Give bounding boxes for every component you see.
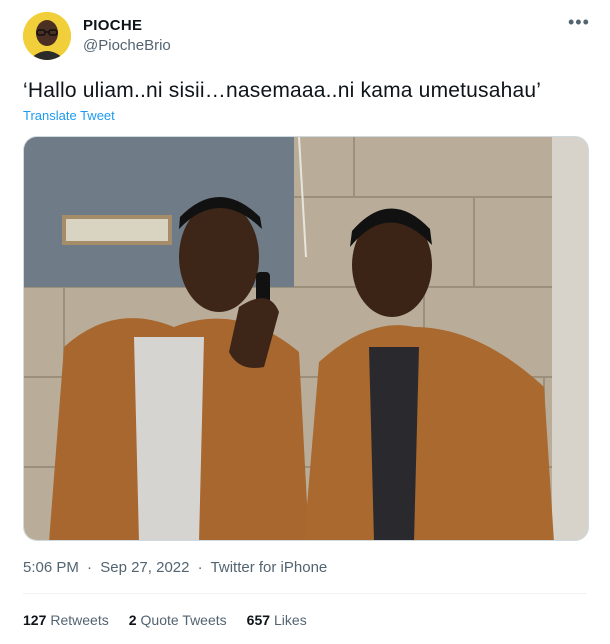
- meta-separator: ·: [197, 559, 203, 576]
- retweets-label: Retweets: [50, 612, 109, 628]
- translate-tweet-link[interactable]: Translate Tweet: [23, 108, 115, 123]
- author-handle[interactable]: @PiocheBrio: [83, 37, 171, 54]
- likes-label: Likes: [274, 612, 307, 628]
- retweets-count: 127: [23, 612, 47, 628]
- tweet-text: ‘Hallo uliam..ni sisii…nasemaaa..ni kama…: [23, 79, 542, 102]
- tweet-stats: 127 Retweets 2 Quote Tweets 657 Likes: [23, 612, 307, 628]
- quotes-label: Quote Tweets: [140, 612, 227, 628]
- tweet-meta: 5:06 PM · Sep 27, 2022 · Twitter for iPh…: [23, 559, 331, 576]
- photo-two-men-brown-jackets: [24, 137, 588, 540]
- retweets-stat[interactable]: 127 Retweets: [23, 612, 109, 628]
- quote-tweets-stat[interactable]: 2 Quote Tweets: [129, 612, 227, 628]
- tweet-media-image[interactable]: [23, 136, 589, 541]
- more-options-button[interactable]: •••: [568, 12, 590, 33]
- author-display-name[interactable]: PIOCHE: [83, 17, 142, 34]
- meta-separator: ·: [87, 559, 93, 576]
- avatar-person-glasses-icon: [23, 12, 71, 60]
- quotes-count: 2: [128, 612, 137, 628]
- tweet-time[interactable]: 5:06 PM: [23, 559, 79, 576]
- tweet-date[interactable]: Sep 27, 2022: [100, 559, 189, 576]
- tweet-source[interactable]: Twitter for iPhone: [211, 559, 328, 576]
- author-avatar[interactable]: [23, 12, 71, 60]
- more-horizontal-icon: •••: [568, 12, 590, 32]
- divider: [23, 593, 587, 594]
- likes-count: 657: [246, 612, 271, 628]
- likes-stat[interactable]: 657 Likes: [247, 612, 307, 628]
